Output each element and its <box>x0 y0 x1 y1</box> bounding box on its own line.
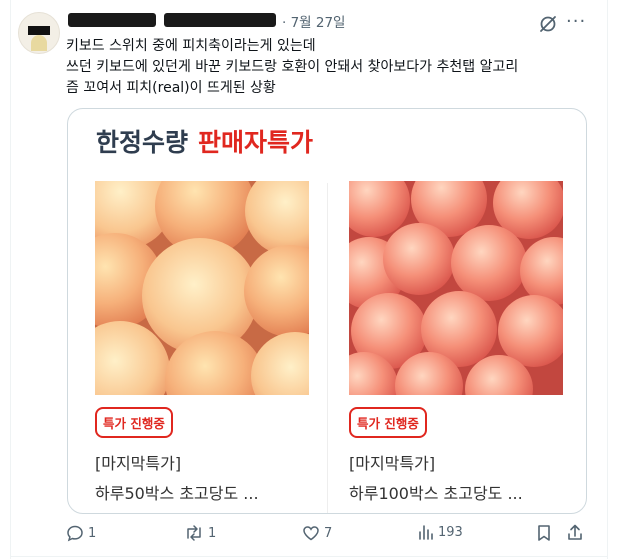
display-name-redaction <box>68 13 156 27</box>
sale-badge: 특가 진행중 <box>349 407 427 438</box>
more-icon[interactable]: ··· <box>566 11 586 32</box>
avatar-censor-bar <box>28 26 50 35</box>
timeline-border-left <box>10 0 11 559</box>
share-icon <box>566 524 584 542</box>
post-text-line: 즘 꼬여서 피치(real)이 뜨게된 상황 <box>66 80 276 96</box>
ad-title-dark: 한정수량 <box>96 128 189 157</box>
product-card: 특가 진행중 [마지막특가] 하루50박스 초고당도 ... <box>95 181 309 504</box>
post-text-line: 쓰던 키보드에 있던게 바꾼 키보드랑 호환이 안돼서 찾아보다가 추천탭 알고… <box>66 59 519 75</box>
avatar-figure <box>31 35 47 51</box>
post-text: 키보드 스위치 중에 피치축이라는게 있는데 쓰던 키보드에 있던게 바꾼 키보… <box>66 36 596 99</box>
avatar[interactable] <box>18 12 60 54</box>
ad-title-red: 판매자특가 <box>198 128 314 157</box>
bookmark-button[interactable] <box>536 524 552 542</box>
bookmark-icon <box>536 524 552 542</box>
action-bar: 1 1 7 193 <box>66 524 586 544</box>
like-button[interactable]: 7 <box>302 524 332 542</box>
reply-count: 1 <box>88 525 97 541</box>
attached-image[interactable]: 한정수량 판매자특가 특가 진행중 [마지막특가] 하루50박스 초고당도 ..… <box>67 108 587 514</box>
sale-badge: 특가 진행중 <box>95 407 173 438</box>
ad-title: 한정수량 판매자특가 <box>96 123 313 159</box>
peach-photo <box>349 181 563 395</box>
product-divider <box>327 183 328 513</box>
reply-icon <box>66 524 84 542</box>
author-name-redacted[interactable] <box>68 13 278 29</box>
product-name-line1: [마지막특가] <box>349 454 436 473</box>
grok-icon[interactable] <box>538 14 558 34</box>
product-name-line2: 하루50박스 초고당도 ... <box>95 484 259 503</box>
views-icon <box>418 524 434 540</box>
retweet-count: 1 <box>208 525 217 541</box>
views-button[interactable]: 193 <box>418 524 463 540</box>
post-date[interactable]: · 7월 27일 <box>282 11 345 31</box>
timeline-border-right <box>607 0 608 559</box>
peach-photo <box>95 181 309 395</box>
share-button[interactable] <box>566 524 584 542</box>
post-text-line: 키보드 스위치 중에 피치축이라는게 있는데 <box>66 38 316 54</box>
product-name-line1: [마지막특가] <box>95 454 182 473</box>
handle-redaction <box>164 13 276 27</box>
retweet-button[interactable]: 1 <box>184 524 216 542</box>
retweet-icon <box>184 524 204 542</box>
product-name-line2: 하루100박스 초고당도 ... <box>349 484 523 503</box>
timeline-border-bottom <box>10 556 608 557</box>
like-count: 7 <box>324 525 333 541</box>
reply-button[interactable]: 1 <box>66 524 96 542</box>
heart-icon <box>302 524 320 542</box>
view-count: 193 <box>438 524 463 540</box>
product-card: 특가 진행중 [마지막특가] 하루100박스 초고당도 ... <box>349 181 563 504</box>
